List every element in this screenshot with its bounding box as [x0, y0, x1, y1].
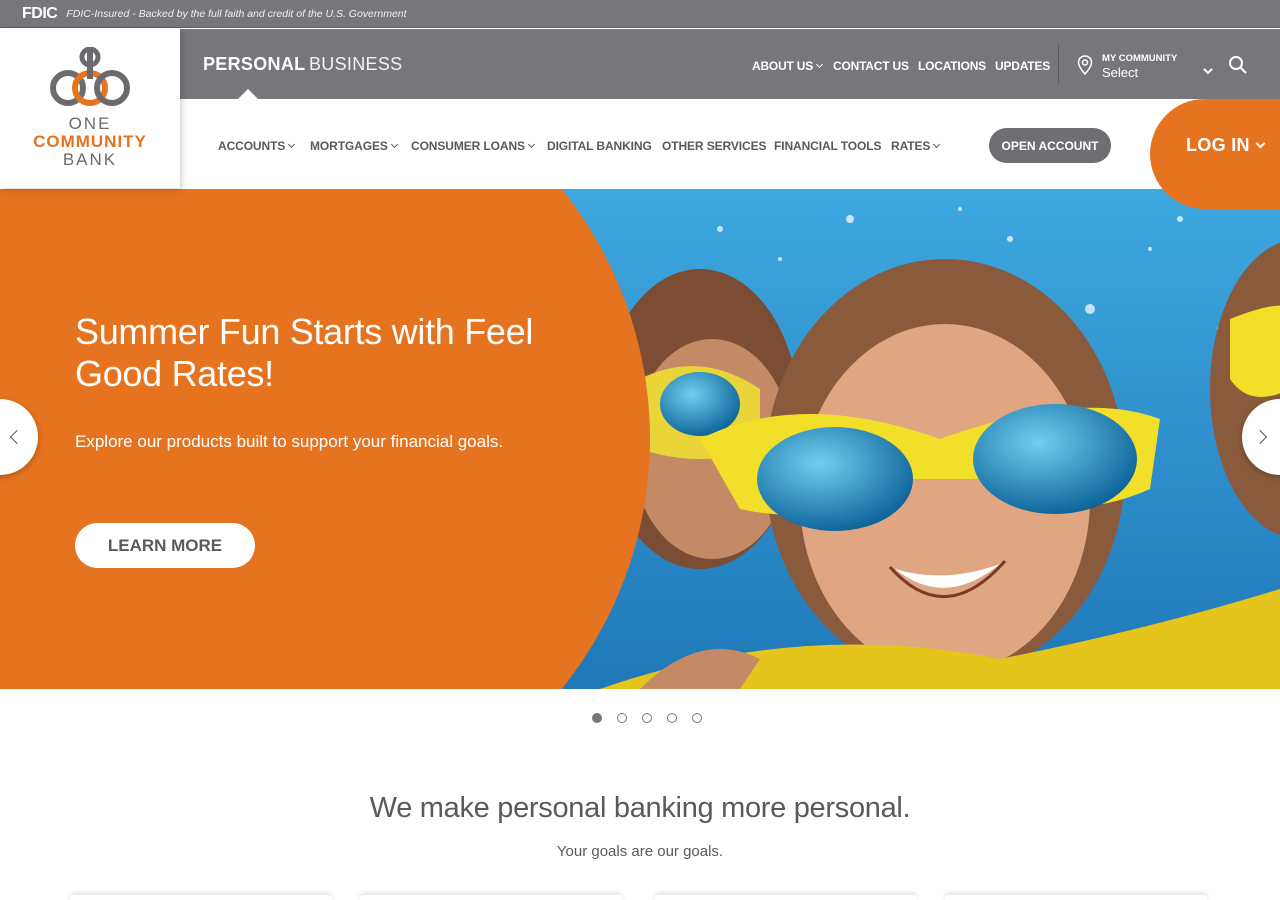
card-peek [945, 895, 1207, 900]
nav-mortgages[interactable]: MORTGAGES [310, 139, 398, 153]
location-pin-icon[interactable] [1077, 55, 1093, 75]
log-in-text: LOG IN [1186, 135, 1250, 155]
carousel-dot-3[interactable] [642, 713, 652, 723]
nav-consumer-loans-label: CONSUMER LOANS [411, 139, 525, 153]
log-in-label: LOG IN [1186, 135, 1266, 156]
nav-other-services[interactable]: OTHER SERVICES [662, 139, 767, 153]
section-title: We make personal banking more personal. [369, 792, 911, 824]
chevron-down-icon [933, 140, 941, 149]
active-tab-caret [238, 89, 258, 99]
tab-personal[interactable]: PERSONAL [203, 54, 305, 75]
log-in-button[interactable]: LOG IN [1150, 99, 1280, 209]
nav-rates[interactable]: RATES [891, 139, 941, 153]
bank-logo-icon [50, 47, 130, 106]
bank-logo[interactable]: ONE COMMUNITY BANK [0, 29, 180, 188]
chevron-down-icon [288, 140, 296, 149]
search-icon[interactable] [1228, 55, 1248, 75]
card-peek [70, 895, 332, 900]
my-community-label: MY COMMUNITY [1102, 53, 1178, 64]
carousel-dot-2[interactable] [617, 713, 627, 723]
learn-more-button[interactable]: LEARN MORE [75, 523, 255, 568]
nav-rates-label: RATES [891, 139, 931, 153]
nav-digital-banking[interactable]: DIGITAL BANKING [547, 139, 652, 153]
fdic-text: FDIC-Insured - Backed by the full faith … [66, 7, 407, 20]
section-subtitle: Your goals are our goals. [556, 843, 724, 860]
carousel-dots [592, 713, 702, 723]
open-account-button[interactable]: OPEN ACCOUNT [989, 128, 1111, 163]
hero-subtitle: Explore our products built to support yo… [75, 432, 504, 451]
nav-about-us[interactable]: ABOUT US [752, 59, 824, 73]
nav-accounts[interactable]: ACCOUNTS [218, 139, 296, 153]
fdic-logo: FDIC [22, 4, 58, 22]
chevron-right-icon [1252, 429, 1268, 445]
hero-title: Summer Fun Starts with Feel Good Rates! [75, 311, 534, 394]
logo-line-one: ONE [68, 114, 112, 133]
divider [1058, 44, 1059, 84]
nav-updates[interactable]: UPDATES [995, 59, 1050, 73]
chevron-left-icon [9, 429, 25, 445]
chevron-down-icon[interactable] [1202, 65, 1214, 77]
nav-about-us-label: ABOUT US [752, 59, 814, 73]
nav-consumer-loans[interactable]: CONSUMER LOANS [411, 139, 535, 153]
nav-locations[interactable]: LOCATIONS [918, 59, 986, 73]
main-nav: ACCOUNTS MORTGAGES CONSUMER LOANS DIGITA… [180, 99, 1280, 189]
fdic-bar: FDIC FDIC-Insured - Backed by the full f… [0, 0, 1280, 28]
tab-business[interactable]: BUSINESS [309, 54, 402, 75]
nav-mortgages-label: MORTGAGES [310, 139, 388, 153]
my-community-select[interactable]: Select [1102, 65, 1138, 80]
carousel-dot-1[interactable] [592, 713, 602, 723]
chevron-down-icon [816, 60, 824, 69]
logo-line-community: COMMUNITY [33, 132, 147, 151]
nav-accounts-label: ACCOUNTS [218, 139, 286, 153]
logo-line-bank: BANK [62, 150, 118, 169]
top-nav: PERSONAL BUSINESS ABOUT US CONTACT US LO… [180, 29, 1280, 99]
card-peek [655, 895, 917, 900]
chevron-down-icon [1255, 138, 1266, 149]
card-peek [360, 895, 622, 900]
nav-financial-tools[interactable]: FINANCIAL TOOLS [774, 139, 882, 153]
chevron-down-icon [527, 140, 535, 149]
carousel-dot-5[interactable] [692, 713, 702, 723]
hero-carousel: Summer Fun Starts with Feel Good Rates! … [0, 189, 1280, 689]
carousel-dot-4[interactable] [667, 713, 677, 723]
chevron-down-icon [390, 140, 398, 149]
nav-contact-us[interactable]: CONTACT US [833, 59, 909, 73]
